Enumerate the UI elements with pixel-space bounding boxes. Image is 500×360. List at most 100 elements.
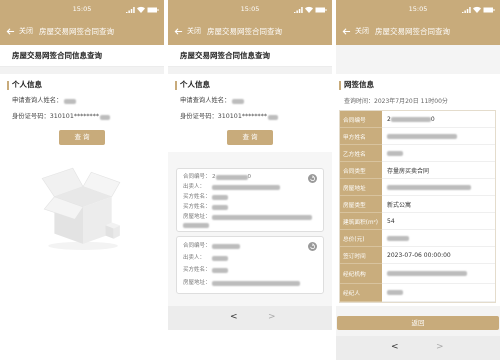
applicant-name-row: 申请查询人姓名： (12, 97, 77, 105)
arrow-left-icon[interactable] (174, 27, 183, 36)
redacted-id-tail (100, 114, 111, 120)
row-value (382, 179, 495, 196)
field-label: 买方姓名： (183, 194, 211, 200)
card-field-row: 买方姓名： (183, 204, 228, 211)
phone-screen-contract-list: 15:05 关闭 房屋交易网签合同查询 房屋交易网签合同信息查询 个人信息 申请… (168, 0, 332, 360)
divider (168, 67, 332, 74)
redacted-agency (387, 271, 467, 276)
query-button[interactable]: 查 询 (227, 130, 273, 145)
redacted-contract-number (212, 244, 240, 249)
arrow-left-icon[interactable] (342, 27, 351, 36)
detail-row: 签订时间 2023-07-06 00:00:00 (340, 247, 495, 264)
id-number-row: 身份证号码： 310101******** (12, 113, 111, 121)
app-header: 关闭 房屋交易网签合同查询 (336, 18, 500, 45)
query-time-value: 2023年7月20日 11时00分 (374, 98, 448, 105)
redacted-buyer (212, 195, 228, 200)
field-label: 出卖人： (183, 184, 206, 190)
status-bar: 15:05 (336, 0, 500, 18)
pager-next-button[interactable]: > (268, 312, 276, 323)
battery-body (315, 7, 327, 12)
field-label: 房屋地址： (183, 280, 211, 286)
phone-screen-contract-detail: 15:05 关闭 房屋交易网签合同查询 网签信息 查询时间：2023年7月20日… (336, 0, 500, 360)
card-field-row: 出卖人： (183, 184, 280, 191)
status-icons (294, 6, 327, 13)
section-accent-bar (175, 81, 177, 90)
contract-card[interactable]: 合同编号： 出卖人： 买方姓名： 房屋地址： (176, 236, 324, 294)
page-title: 房屋交易网签合同信息查询 (180, 51, 270, 60)
circle-arrow-icon[interactable] (308, 174, 317, 183)
arrow-stroke (6, 28, 15, 35)
row-label: 经纪机构 (340, 264, 382, 284)
header-title: 房屋交易网签合同查询 (375, 27, 450, 36)
close-button[interactable]: 关闭 (355, 27, 369, 36)
redacted-id-tail (268, 114, 279, 120)
redacted-name (232, 98, 245, 104)
contract-number-suffix: 0 (430, 115, 435, 123)
app-header: 关闭 房屋交易网签合同查询 (168, 18, 332, 45)
status-bar: 15:05 (168, 0, 332, 18)
detail-row: 合同类型 存量房买卖合同 (340, 162, 495, 179)
empty-box-icon (41, 167, 121, 250)
battery-body (147, 7, 159, 12)
wifi-icon (473, 6, 481, 13)
wifi-icon (137, 6, 145, 13)
circle-arrow-icon[interactable] (308, 242, 317, 251)
battery-body (483, 7, 495, 12)
card-field-row: 房屋地址： (183, 280, 300, 287)
signal-bars (294, 7, 303, 13)
row-label: 甲方姓名 (340, 128, 382, 145)
status-icons (462, 6, 495, 13)
redacted-address (387, 184, 471, 190)
redacted-party-b (387, 150, 403, 156)
redacted-agent (387, 290, 403, 295)
divider (0, 67, 164, 74)
applicant-name-label: 申请查询人姓名： (180, 97, 231, 104)
row-value: 存量房买卖合同 (382, 162, 495, 179)
battery-icon (147, 7, 159, 12)
detail-row: 房屋类型 新式公寓 (340, 196, 495, 213)
header-title: 房屋交易网签合同查询 (207, 27, 282, 36)
detail-row: 乙方姓名 (340, 145, 495, 162)
field-label: 合同编号： (183, 174, 211, 180)
app-header: 关闭 房屋交易网签合同查询 (0, 18, 164, 45)
return-button[interactable]: 返回 (337, 316, 499, 330)
detail-row: 经纪机构 (340, 264, 495, 284)
query-time-label: 查询时间： (344, 98, 375, 105)
header-title: 房屋交易网签合同查询 (39, 27, 114, 36)
id-number-row: 身份证号码： 310101******** (180, 113, 279, 121)
detail-row: 房屋地址 (340, 179, 495, 196)
wifi-icon (305, 6, 313, 13)
redacted-party-a (387, 133, 457, 139)
redacted-buyer (212, 268, 228, 273)
pager-next-button[interactable]: > (436, 342, 444, 353)
query-button[interactable]: 查 询 (59, 130, 105, 145)
applicant-name-label: 申请查询人姓名： (12, 97, 63, 104)
row-value: 2 0 (382, 111, 495, 128)
icon-disc (308, 242, 317, 251)
signal-icon (126, 7, 135, 13)
detail-table: 合同编号 2 0 甲方姓名 乙方姓名 合同类型 存量房买卖合同 房屋地址 房屋类… (339, 110, 496, 303)
contract-card[interactable]: 合同编号： 2 0 出卖人： 买方姓名： 买方姓名： 房屋地址： (176, 168, 324, 232)
pager-bar: < > (336, 336, 500, 360)
close-button[interactable]: 关闭 (187, 27, 201, 36)
field-label: 合同编号： (183, 243, 211, 249)
row-label: 合同编号 (340, 111, 382, 128)
detail-row: 总价(元) (340, 230, 495, 247)
phone-screen-query-empty: 15:05 关闭 房屋交易网签合同查询 房屋交易网签合同信息查询 个人信息 申请… (0, 0, 164, 360)
arrow-stroke (342, 28, 351, 35)
row-label: 房屋地址 (340, 179, 382, 196)
section-accent-bar (339, 81, 341, 90)
card-field-row-continued (183, 223, 209, 228)
redacted-name (64, 98, 77, 104)
section-title: 个人信息 (180, 80, 210, 89)
field-label: 买方姓名： (183, 204, 211, 210)
id-number-value: 310101******** (217, 113, 268, 120)
arrow-left-icon[interactable] (6, 27, 15, 36)
field-label: 出卖人： (183, 255, 206, 261)
pager-prev-button[interactable]: < (391, 342, 399, 353)
pager-prev-button[interactable]: < (230, 312, 238, 323)
id-number-label: 身份证号码： (12, 113, 50, 120)
section-accent-bar (7, 81, 9, 90)
status-icons (126, 6, 159, 13)
close-button[interactable]: 关闭 (19, 27, 33, 36)
